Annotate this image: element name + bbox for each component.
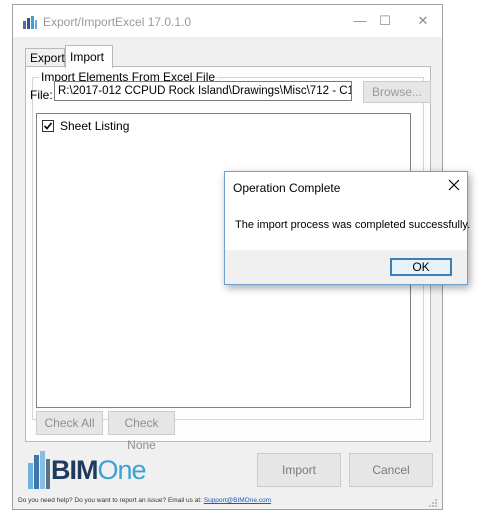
- operation-complete-dialog: Operation Complete The import process wa…: [224, 171, 471, 285]
- maximize-button[interactable]: ☐: [371, 11, 399, 31]
- support-email-link[interactable]: Support@BIMOne.com: [204, 497, 271, 504]
- sheet-listing-checkbox[interactable]: [42, 120, 54, 132]
- list-item-label: Sheet Listing: [60, 119, 130, 133]
- dialog-title: Operation Complete: [233, 181, 341, 195]
- checkmark-icon: [43, 122, 53, 130]
- ok-button[interactable]: OK: [390, 258, 452, 276]
- title-bar[interactable]: Export/ImportExcel 17.0.1.0 — ☐ ✕: [13, 5, 442, 37]
- file-label: File:: [30, 88, 53, 102]
- cancel-button[interactable]: Cancel: [349, 453, 433, 487]
- close-button[interactable]: ✕: [409, 11, 437, 31]
- file-path-input[interactable]: R:\2017-012 CCPUD Rock Island\Drawings\M…: [54, 81, 352, 101]
- check-none-button[interactable]: Check None: [108, 411, 175, 452]
- dialog-message: The import process was completed success…: [235, 219, 471, 231]
- logo-wordmark: BIMOne: [51, 455, 147, 485]
- minimize-button[interactable]: —: [346, 11, 374, 31]
- bimone-logo-mark: [28, 451, 50, 489]
- import-button[interactable]: Import: [257, 453, 341, 487]
- resize-grip-icon[interactable]: [428, 498, 438, 508]
- bimone-logo: BIMOne: [26, 449, 147, 491]
- tab-import[interactable]: Import: [65, 45, 113, 68]
- check-all-button[interactable]: Check All: [36, 411, 103, 435]
- footer-text: Do you need help? Do you want to report …: [18, 497, 202, 504]
- app-icon: [22, 15, 38, 29]
- window-title: Export/ImportExcel 17.0.1.0: [43, 15, 192, 29]
- footer-help: Do you need help? Do you want to report …: [18, 497, 271, 504]
- close-icon[interactable]: [447, 178, 461, 192]
- tab-export[interactable]: Export: [25, 48, 65, 67]
- dialog-footer: OK: [225, 250, 467, 284]
- browse-button[interactable]: Browse...: [363, 81, 431, 103]
